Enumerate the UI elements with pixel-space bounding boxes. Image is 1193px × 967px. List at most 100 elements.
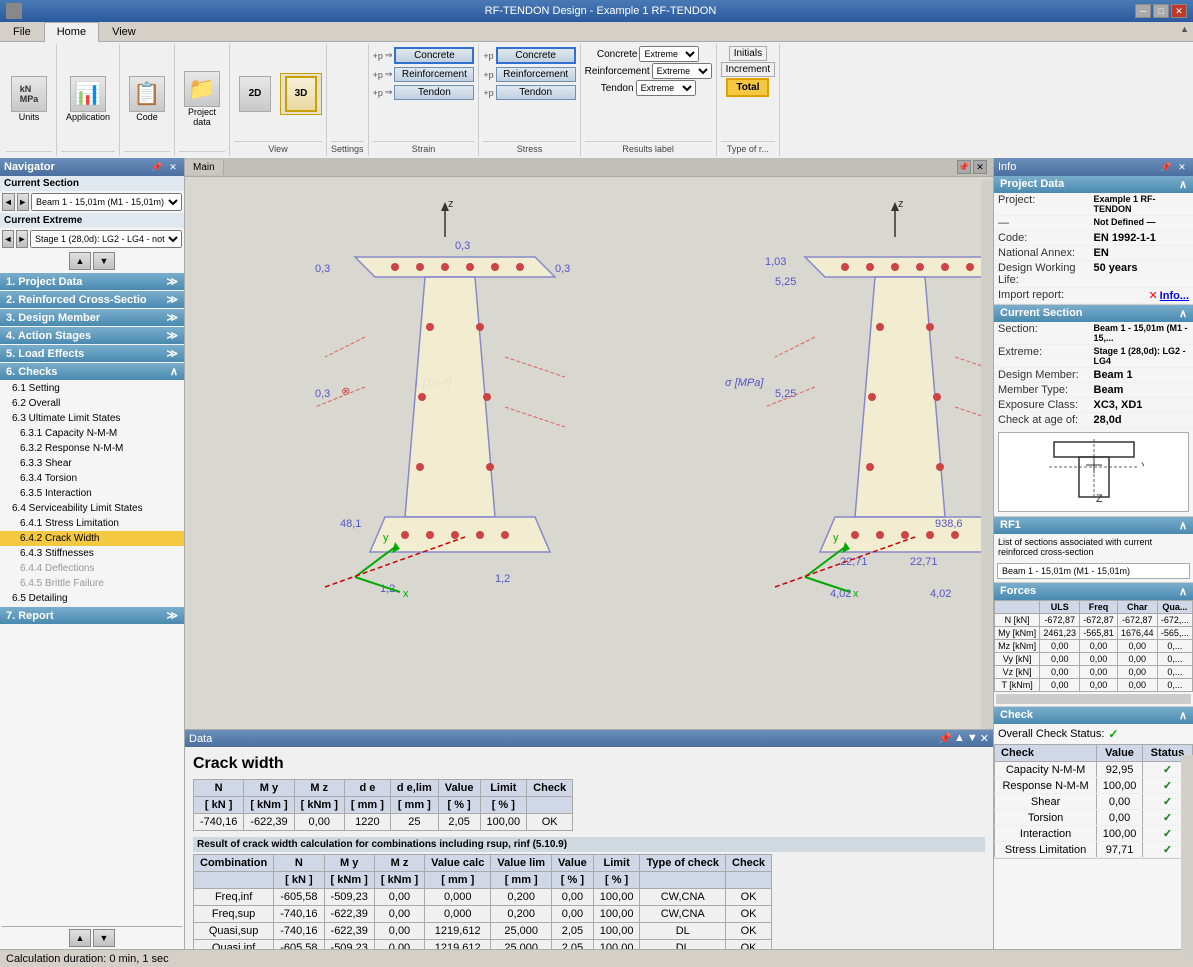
nav-item-design-member[interactable]: 3. Design Member ≫ <box>0 309 184 326</box>
view-2d-button[interactable]: 2D <box>234 73 276 115</box>
forces-row-t: T [kNm]0,000,000,000,... <box>995 679 1193 692</box>
stress-concrete-button[interactable]: Concrete <box>496 47 576 64</box>
initials-button[interactable]: Initials <box>729 46 767 61</box>
data-panel-close[interactable]: ✕ <box>980 732 989 745</box>
info-pin-button[interactable]: 📌 <box>1159 160 1173 174</box>
application-label: Application <box>66 112 110 122</box>
maximize-button[interactable]: □ <box>1153 4 1169 18</box>
current-extreme-select[interactable]: Stage 1 (28,0d): LG2 - LG4 - not <box>30 230 182 248</box>
nav-bottom-up[interactable]: ▲ <box>69 929 91 947</box>
view-3d-button[interactable]: 3D <box>280 73 322 115</box>
nav-item-634[interactable]: 6.3.4 Torsion <box>0 471 184 486</box>
data-panel-pin[interactable]: 📌 <box>938 732 952 745</box>
application-button[interactable]: 📊 Application <box>61 73 115 125</box>
info-row-member-type: Member Type: Beam <box>994 383 1193 398</box>
nav-close-button[interactable]: ✕ <box>166 160 180 174</box>
view-pin-button[interactable]: 📌 <box>957 160 971 174</box>
ribbon-collapse[interactable]: ▲ <box>1176 22 1193 41</box>
project-data-button[interactable]: 📁 Projectdata <box>179 68 225 130</box>
combinations-table: Combination N M y M z Value calc Value l… <box>193 854 772 949</box>
close-button[interactable]: ✕ <box>1171 4 1187 18</box>
crack-width-title: Crack width <box>193 755 985 773</box>
code-button[interactable]: 📋 Code <box>124 73 170 125</box>
cross-section-svg: Y Z <box>1044 437 1144 507</box>
check-row-stress: Stress Limitation97,71✓ <box>995 842 1193 858</box>
nav-item-report[interactable]: 7. Report ≫ <box>0 607 184 624</box>
nav-item-642[interactable]: 6.4.2 Crack Width <box>0 531 184 546</box>
strain-reinforcement-button[interactable]: Reinforcement <box>394 67 474 82</box>
nav-up-btn[interactable]: ▲ <box>69 252 91 270</box>
info-forces-header[interactable]: Forces ∧ <box>994 583 1193 600</box>
nav-down-btn[interactable]: ▼ <box>93 252 115 270</box>
svg-text:0,3: 0,3 <box>315 388 330 400</box>
rf1-beam-label[interactable]: Beam 1 - 15,01m (M1 - 15,01m) <box>997 563 1190 579</box>
rl-tendon-select[interactable]: Extreme <box>636 80 696 96</box>
tab-home[interactable]: Home <box>44 22 99 42</box>
info-close-button[interactable]: ✕ <box>1175 160 1189 174</box>
nav-item-641[interactable]: 6.4.1 Stress Limitation <box>0 516 184 531</box>
minimize-button[interactable]: ─ <box>1135 4 1151 18</box>
type-group-label: Type of r... <box>721 141 775 154</box>
nav-item-643[interactable]: 6.4.3 Stiffnesses <box>0 546 184 561</box>
tab-view[interactable]: View <box>99 22 149 41</box>
tab-file[interactable]: File <box>0 22 44 41</box>
nav-item-631[interactable]: 6.3.1 Capacity N-M-M <box>0 426 184 441</box>
info-row-national-annex: National Annex: EN <box>994 246 1193 261</box>
forces-row-mz: Mz [kNm]0,000,000,000,... <box>995 640 1193 653</box>
nav-pin-button[interactable]: 📌 <box>150 160 164 174</box>
nav-item-633[interactable]: 6.3.3 Shear <box>0 456 184 471</box>
stress-tendon-button[interactable]: Tendon <box>496 85 576 100</box>
rl-concrete-select[interactable]: Extreme <box>639 46 699 62</box>
forces-scrollbar[interactable] <box>996 694 1191 704</box>
nav-item-checks[interactable]: 6. Checks ∧ <box>0 363 184 380</box>
nav-item-65[interactable]: 6.5 Detailing <box>0 591 184 606</box>
info-row-import: Import report: ✕ Info... <box>994 288 1193 304</box>
nav-item-action-stages[interactable]: 4. Action Stages ≫ <box>0 327 184 344</box>
nav-item-62[interactable]: 6.2 Overall <box>0 396 184 411</box>
total-button[interactable]: Total <box>726 78 769 97</box>
data-panel-title: Data <box>189 733 212 745</box>
nav-item-61[interactable]: 6.1 Setting <box>0 381 184 396</box>
table2-label: Result of crack width calculation for co… <box>193 837 985 852</box>
table-row: -740,16-622,390,001220252,05100,00OK <box>194 814 573 831</box>
units-button[interactable]: kNMPa Units <box>6 73 52 125</box>
nav-item-64[interactable]: 6.4 Serviceability Limit States <box>0 501 184 516</box>
svg-text:0,3: 0,3 <box>315 263 330 275</box>
info-check-header[interactable]: Check ∧ <box>994 707 1193 724</box>
th-mz: M z <box>294 780 344 797</box>
current-section-select[interactable]: Beam 1 - 15,01m (M1 - 15,01m) <box>31 193 182 211</box>
info-rf1-header[interactable]: RF1 ∧ <box>994 517 1193 534</box>
rl-reinforcement-select[interactable]: Extreme <box>652 63 712 79</box>
data-down-arrow[interactable]: ▼ <box>967 732 978 745</box>
units-label: Units <box>19 112 40 122</box>
strain-concrete-button[interactable]: Concrete <box>394 47 474 64</box>
info-current-section-header[interactable]: Current Section ∧ <box>994 305 1193 322</box>
arrow-icon2: ⇒ <box>385 69 393 80</box>
nav-item-645[interactable]: 6.4.5 Brittle Failure <box>0 576 184 591</box>
nav-prev-section[interactable]: ◄ <box>2 193 15 211</box>
import-info-btn[interactable]: Info... <box>1160 290 1189 302</box>
nav-bottom-down[interactable]: ▼ <box>93 929 115 947</box>
current-section-label: Current Section <box>0 176 184 191</box>
nav-next-section[interactable]: ► <box>17 193 30 211</box>
check-title: Check <box>1000 709 1033 722</box>
nav-item-644[interactable]: 6.4.4 Deflections <box>0 561 184 576</box>
nav-prev-extreme[interactable]: ◄ <box>2 230 14 248</box>
nav-item-632[interactable]: 6.3.2 Response N-M-M <box>0 441 184 456</box>
ribbon-group-type: Initials Increment Total Type of r... <box>717 44 780 156</box>
nav-next-extreme[interactable]: ► <box>16 230 28 248</box>
stress-reinforcement-button[interactable]: Reinforcement <box>496 67 576 82</box>
nav-item-635[interactable]: 6.3.5 Interaction <box>0 486 184 501</box>
nav-item-project-data[interactable]: 1. Project Data ≫ <box>0 273 184 290</box>
increment-button[interactable]: Increment <box>721 62 775 77</box>
main-tab[interactable]: Main <box>185 160 224 175</box>
strain-tendon-button[interactable]: Tendon <box>394 85 474 100</box>
view-close-button[interactable]: ✕ <box>973 160 987 174</box>
info-project-data-header[interactable]: Project Data ∧ <box>994 176 1193 193</box>
nav-item-load-effects[interactable]: 5. Load Effects ≫ <box>0 345 184 362</box>
data-up-arrow[interactable]: ▲ <box>954 732 965 745</box>
nav-item-reinforced[interactable]: 2. Reinforced Cross-Sectio ≫ <box>0 291 184 308</box>
main-view-scrollbar[interactable] <box>981 180 993 729</box>
sp-icon3: +p <box>483 88 493 98</box>
nav-item-63[interactable]: 6.3 Ultimate Limit States <box>0 411 184 426</box>
